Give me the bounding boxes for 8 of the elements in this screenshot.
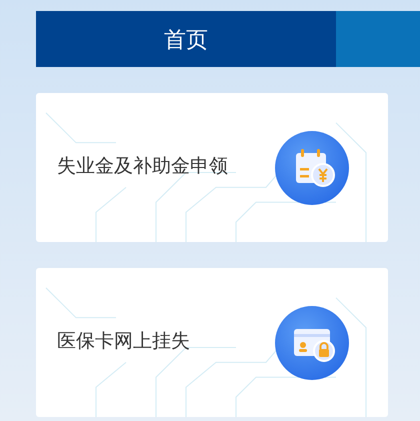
service-card[interactable]: 医保卡网上挂失	[36, 268, 388, 417]
calendar-coin-icon	[274, 130, 350, 206]
nav-tab[interactable]: 首页	[36, 11, 336, 67]
service-title: 医保卡网上挂失	[57, 330, 190, 354]
service-title: 失业金及补助金申领	[57, 155, 228, 180]
service-card[interactable]: 失业金及补助金申领	[36, 93, 388, 242]
id-card-lock-icon	[274, 304, 350, 380]
nav-tab[interactable]	[336, 11, 420, 67]
